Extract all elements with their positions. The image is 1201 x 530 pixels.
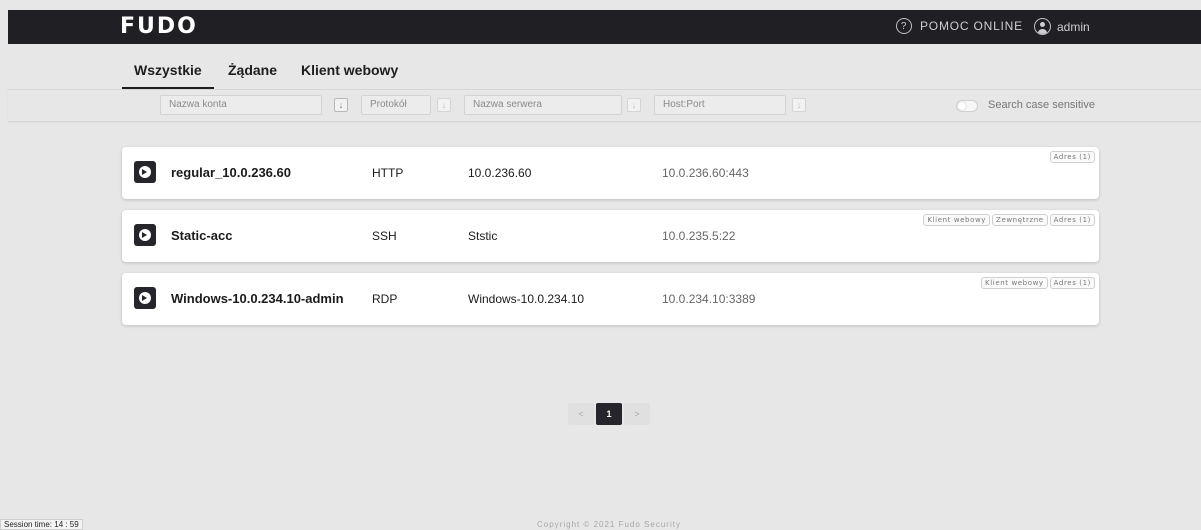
server-name-filter[interactable]: Nazwa serwera bbox=[464, 95, 622, 115]
address-badge: Adres (1) bbox=[1049, 151, 1095, 163]
account-name: regular_10.0.236.60 bbox=[171, 165, 291, 180]
protocol-sort-icon[interactable]: ↓ bbox=[437, 98, 451, 112]
case-sensitive-label: Search case sensitive bbox=[988, 99, 1095, 111]
account-protocol: SSH bbox=[372, 229, 397, 243]
web-client-badge: Klient webowy bbox=[981, 277, 1048, 289]
user-avatar-icon bbox=[1034, 18, 1051, 35]
arrow-right-icon bbox=[139, 166, 151, 178]
account-sort-icon[interactable]: ↓ bbox=[334, 98, 348, 112]
connect-button[interactable] bbox=[134, 161, 156, 183]
external-badge: Zewnętrzne bbox=[992, 214, 1048, 226]
address-badge: Adres (1) bbox=[1049, 214, 1095, 226]
web-client-badge: Klient webowy bbox=[923, 214, 991, 226]
help-online-link[interactable]: ? POMOC ONLINE bbox=[896, 18, 1023, 34]
filter-bar: Nazwa konta ↓ Protokół ↓ Nazwa serwera ↓… bbox=[8, 90, 1201, 122]
pagination: < 1 > bbox=[568, 403, 650, 425]
page-button-1[interactable]: 1 bbox=[596, 403, 622, 425]
account-server: 10.0.236.60 bbox=[468, 166, 532, 180]
next-page-button[interactable]: > bbox=[624, 403, 650, 425]
account-host: 10.0.235.5:22 bbox=[662, 229, 736, 243]
connect-button[interactable] bbox=[134, 224, 156, 246]
account-server: Ststic bbox=[468, 229, 498, 243]
case-sensitive-toggle[interactable] bbox=[956, 100, 978, 112]
server-sort-icon[interactable]: ↓ bbox=[627, 98, 641, 112]
host-port-sort-icon[interactable]: ↓ bbox=[792, 98, 806, 112]
session-timer: Session time: 14 : 59 bbox=[0, 519, 83, 530]
account-name: Windows-10.0.234.10-admin bbox=[171, 291, 344, 306]
account-badges: Adres (1) bbox=[1049, 151, 1095, 163]
tab-web-client[interactable]: Klient webowy bbox=[301, 62, 398, 78]
address-badge: Adres (1) bbox=[1049, 277, 1095, 289]
top-bar: FUDO ? POMOC ONLINE admin bbox=[8, 10, 1201, 44]
account-protocol: HTTP bbox=[372, 166, 404, 180]
arrow-right-icon bbox=[139, 229, 151, 241]
account-card: Windows-10.0.234.10-admin RDP Windows-10… bbox=[122, 273, 1099, 325]
account-card: regular_10.0.236.60 HTTP 10.0.236.60 10.… bbox=[122, 147, 1099, 199]
protocol-filter[interactable]: Protokół bbox=[361, 95, 431, 115]
account-name: Static-acc bbox=[171, 228, 233, 243]
help-online-label: POMOC ONLINE bbox=[920, 19, 1023, 33]
account-name-filter[interactable]: Nazwa konta bbox=[160, 95, 322, 115]
account-card: Static-acc SSH Ststic 10.0.235.5:22 Klie… bbox=[122, 210, 1099, 262]
tab-bar: Wszystkie Żądane Klient webowy bbox=[8, 44, 1201, 90]
user-name-label: admin bbox=[1057, 19, 1090, 34]
account-host: 10.0.234.10:3389 bbox=[662, 292, 756, 306]
help-icon: ? bbox=[896, 18, 912, 34]
account-host: 10.0.236.60:443 bbox=[662, 166, 749, 180]
account-badges: Klient webowy Zewnętrzne Adres (1) bbox=[923, 214, 1095, 226]
connect-button[interactable] bbox=[134, 287, 156, 309]
tab-all[interactable]: Wszystkie bbox=[122, 62, 214, 89]
copyright: Copyright © 2021 Fudo Security bbox=[537, 520, 681, 529]
account-protocol: RDP bbox=[372, 292, 398, 306]
user-menu[interactable]: admin bbox=[1034, 18, 1090, 35]
tab-requested[interactable]: Żądane bbox=[228, 62, 277, 78]
fudo-logo[interactable]: FUDO bbox=[120, 14, 198, 39]
account-server: Windows-10.0.234.10 bbox=[468, 292, 585, 306]
host-port-filter[interactable]: Host:Port bbox=[654, 95, 786, 115]
arrow-right-icon bbox=[139, 292, 151, 304]
prev-page-button[interactable]: < bbox=[568, 403, 594, 425]
account-badges: Klient webowy Adres (1) bbox=[981, 277, 1095, 289]
